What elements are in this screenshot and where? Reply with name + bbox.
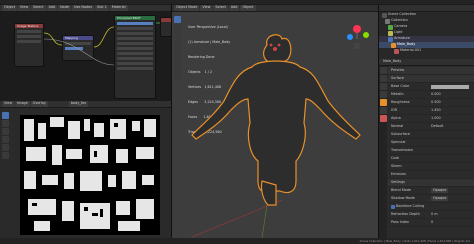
node-links	[43, 22, 160, 66]
object-name: Male_Body	[383, 59, 402, 64]
tool-tab-icon[interactable]	[379, 67, 387, 74]
properties-editor[interactable]: Male_Body Preview Surface Base Color Met…	[378, 59, 474, 238]
modifier-tab-icon[interactable]	[379, 107, 387, 114]
status-bar: Scene Collection | Male_Body | Verts 1,6…	[0, 238, 474, 244]
mesh-icon	[391, 42, 396, 48]
render-tab-icon[interactable]	[379, 75, 387, 82]
section-preview[interactable]: Preview	[388, 67, 474, 75]
light-icon	[388, 30, 393, 36]
field-blend-mode[interactable]: Blend Mode Opaque	[388, 187, 474, 195]
image-toolbar	[1, 111, 10, 171]
field-subsurface[interactable]: Subsurface	[388, 131, 474, 139]
image-editor-header: View Image Overlay body_tex	[0, 101, 171, 108]
image-menu-view[interactable]: View	[2, 101, 15, 107]
base-color-swatch[interactable]	[431, 84, 469, 89]
scale-tool-icon[interactable]	[2, 144, 9, 151]
armature-icon	[388, 36, 393, 42]
character-model[interactable]	[172, 5, 378, 238]
field-pass-index[interactable]: Pass Index 0	[388, 219, 474, 227]
field-backface-culling[interactable]: Backface Culling	[388, 203, 474, 211]
field-transmission[interactable]: Transmission	[388, 147, 474, 155]
collection-icon	[385, 18, 390, 24]
3d-viewport[interactable]: Object Mode View Select Add Object User …	[172, 5, 378, 238]
texture-image	[20, 115, 160, 235]
outliner[interactable]: Scene Collection Collection Camera Light…	[378, 5, 474, 59]
field-sheen[interactable]: Sheen	[388, 163, 474, 171]
field-normal[interactable]: Normal Default	[388, 123, 474, 131]
image-name-field[interactable]: body_tex	[68, 101, 89, 107]
move-tool-icon[interactable]	[2, 128, 9, 135]
field-alpha[interactable]: Alpha 1.000	[388, 115, 474, 123]
image-editor[interactable]: View Image Overlay body_tex	[0, 101, 172, 238]
section-settings[interactable]: Settings	[388, 179, 474, 187]
image-menu-image[interactable]: Image	[15, 101, 30, 107]
collection-icon	[382, 12, 387, 18]
select-tool-icon[interactable]	[2, 112, 9, 119]
field-shadow-mode[interactable]: Shadow Mode Opaque	[388, 195, 474, 203]
section-surface[interactable]: Surface	[388, 75, 474, 83]
field-base-color[interactable]: Base Color	[388, 83, 474, 91]
camera-icon	[388, 24, 393, 30]
field-emission[interactable]: Emission	[388, 171, 474, 179]
field-metallic[interactable]: Metallic 0.000	[388, 91, 474, 99]
outliner-header	[379, 5, 474, 12]
properties-header: Male_Body	[379, 59, 474, 66]
output-tab-icon[interactable]	[379, 83, 387, 90]
field-refraction-depth[interactable]: Refraction Depth 0 m	[388, 211, 474, 219]
properties-tabs	[379, 66, 387, 238]
status-text: Scene Collection | Male_Body | Verts 1,6…	[359, 238, 470, 243]
object-tab-icon[interactable]	[379, 99, 387, 106]
transform-tool-icon[interactable]	[2, 152, 9, 159]
rotate-tool-icon[interactable]	[2, 136, 9, 143]
field-roughness[interactable]: Roughness 0.500	[388, 99, 474, 107]
checkbox-icon[interactable]	[391, 204, 395, 209]
field-coat[interactable]: Coat	[388, 155, 474, 163]
material-icon	[394, 48, 399, 54]
cursor-tool-icon[interactable]	[2, 120, 9, 127]
node-editor[interactable]: Object View Select Add Node Use Nodes Sl…	[0, 5, 172, 101]
material-tab-icon[interactable]	[379, 115, 387, 122]
outliner-item[interactable]: Material.001	[379, 48, 474, 54]
field-ior[interactable]: IOR 1.450	[388, 107, 474, 115]
image-menu-overlay[interactable]: Overlay	[30, 101, 48, 107]
scene-tab-icon[interactable]	[379, 91, 387, 98]
properties-content: Preview Surface Base Color Metallic 0.000…	[388, 67, 474, 227]
field-specular[interactable]: Specular	[388, 139, 474, 147]
